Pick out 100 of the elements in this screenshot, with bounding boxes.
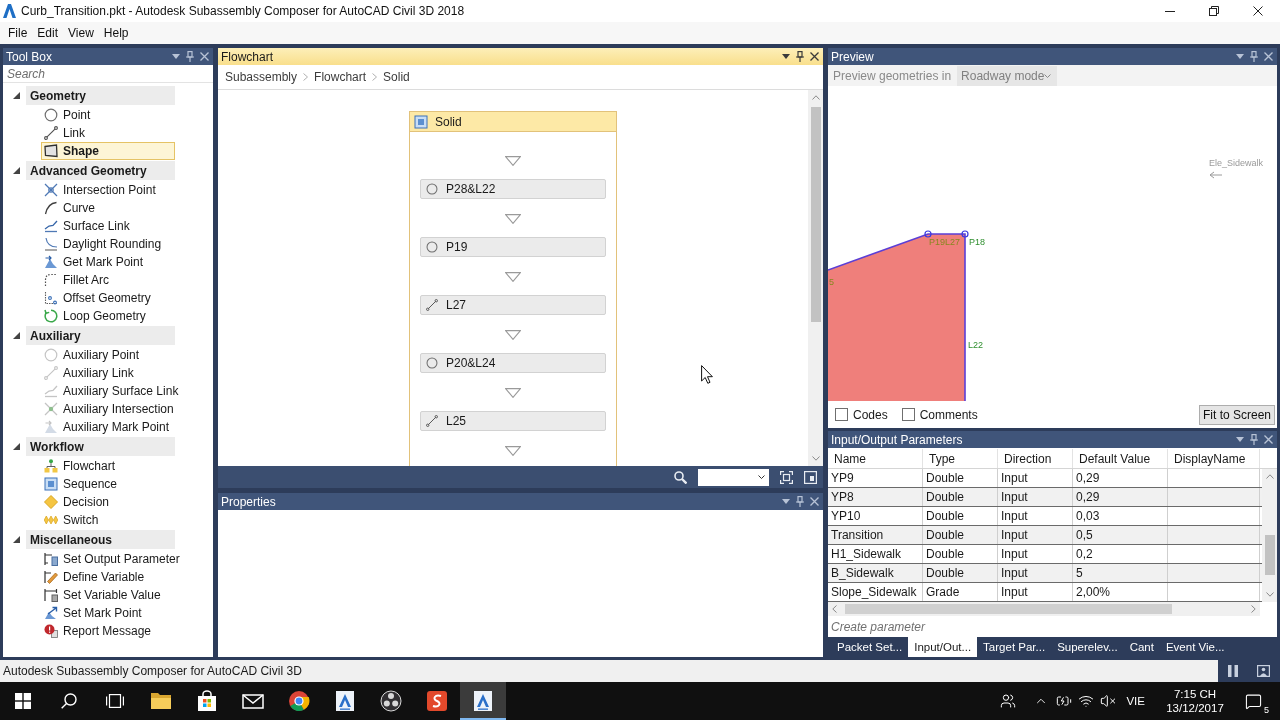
checkbox-label[interactable]: Codes [853, 407, 888, 422]
tool-item[interactable]: Fillet Arc [41, 271, 175, 289]
scroll-thumb[interactable] [845, 604, 1172, 614]
pin-icon[interactable] [796, 51, 804, 62]
sequence-header[interactable]: Solid [410, 112, 616, 132]
breadcrumb-link[interactable]: Subassembly [225, 70, 298, 84]
horizontal-scrollbar[interactable] [828, 602, 1260, 616]
menu-item[interactable]: File [3, 24, 33, 42]
wifi-icon[interactable] [1078, 693, 1095, 709]
fit-to-screen-button[interactable]: Fit to Screen [1198, 404, 1275, 425]
column-header[interactable]: Name [828, 449, 923, 468]
menu-item[interactable]: Edit [32, 24, 64, 42]
panel-tab[interactable]: Target Par... [977, 637, 1052, 657]
panel-tab[interactable]: Cant [1123, 637, 1160, 657]
pin-icon[interactable] [186, 51, 194, 62]
tool-item[interactable]: Surface Link [41, 217, 175, 235]
tool-item[interactable]: Curve [41, 199, 175, 217]
expander-icon[interactable] [13, 92, 20, 99]
expander-icon[interactable] [13, 167, 20, 174]
flowchart-step[interactable]: L25 [420, 411, 606, 431]
pin-icon[interactable] [1250, 434, 1258, 445]
scroll-thumb[interactable] [1264, 535, 1275, 575]
tool-item[interactable]: Report Message [41, 622, 175, 640]
table-row[interactable]: H1_Sidewalk Double Input 0,2 [828, 545, 1262, 564]
dropdown-icon[interactable] [1236, 437, 1244, 442]
flowchart-step[interactable]: P19 [420, 237, 606, 257]
tool-item[interactable]: Auxiliary Mark Point [41, 418, 175, 436]
panel-tab[interactable]: Packet Set... [831, 637, 909, 657]
tool-item[interactable]: Auxiliary Intersection [41, 400, 179, 418]
close-icon[interactable] [810, 52, 819, 61]
column-header[interactable]: DisplayName [1168, 449, 1260, 468]
language-indicator[interactable]: VIE [1126, 695, 1145, 707]
volume-muted-icon[interactable] [1100, 693, 1117, 709]
breadcrumb-link[interactable]: Solid [383, 70, 410, 84]
group-header[interactable]: Geometry [26, 86, 175, 105]
pause-icon[interactable] [1227, 665, 1238, 677]
table-row[interactable]: YP9 Double Input 0,29 [828, 469, 1262, 488]
pin-icon[interactable] [796, 496, 804, 507]
table-row[interactable]: B_Sidewalk Double Input 5 [828, 564, 1262, 583]
fit-view-icon[interactable] [780, 470, 793, 484]
table-row[interactable]: Transition Double Input 0,5 [828, 526, 1262, 545]
panel-tab[interactable]: Event Vie... [1159, 637, 1231, 657]
vertical-scrollbar[interactable] [808, 90, 823, 466]
panel-tab[interactable]: Input/Out... [908, 637, 978, 657]
menu-item[interactable]: Help [98, 24, 134, 42]
expander-icon[interactable] [13, 536, 20, 543]
tool-item[interactable]: Offset Geometry [41, 289, 175, 307]
tool-item[interactable]: Auxiliary Surface Link [41, 382, 184, 400]
expander-icon[interactable] [13, 443, 20, 450]
group-header[interactable]: Workflow [26, 437, 175, 456]
tool-item[interactable]: Set Output Parameter [41, 550, 185, 568]
tool-item[interactable]: Intersection Point [41, 181, 175, 199]
vertical-scrollbar[interactable] [1262, 469, 1277, 602]
checkbox-label[interactable]: Comments [919, 407, 978, 422]
tool-item[interactable]: Daylight Rounding [41, 235, 175, 253]
dropdown-icon[interactable] [172, 54, 180, 59]
expander-icon[interactable] [13, 332, 20, 339]
tool-item[interactable]: Set Mark Point [41, 604, 175, 622]
group-header[interactable]: Auxiliary [26, 326, 175, 345]
tool-item[interactable]: Auxiliary Point [41, 346, 175, 364]
tool-item[interactable]: Auxiliary Link [41, 364, 175, 382]
flowchart-step[interactable]: L27 [420, 295, 606, 315]
group-header[interactable]: Miscellaneous [26, 530, 175, 549]
column-header[interactable]: Default Value [1073, 449, 1168, 468]
tool-item[interactable]: Shape [41, 142, 175, 160]
people-icon[interactable] [1000, 693, 1017, 709]
clock-date[interactable]: 13/12/2017 [1166, 702, 1224, 714]
clock-time[interactable]: 7:15 CH [1173, 688, 1217, 700]
panel-tab[interactable]: Superelev... [1051, 637, 1124, 657]
dropdown-icon[interactable] [1236, 54, 1244, 59]
taskbar-app[interactable] [460, 682, 506, 720]
notification-icon[interactable] [1245, 692, 1262, 710]
tool-item[interactable]: Sequence [41, 475, 175, 493]
tool-item[interactable]: Define Variable [41, 568, 175, 586]
dropdown-icon[interactable] [782, 499, 790, 504]
column-header[interactable]: Type [923, 449, 998, 468]
tool-item[interactable]: Loop Geometry [41, 307, 175, 325]
dropdown-icon[interactable] [782, 54, 790, 59]
pin-icon[interactable] [1250, 51, 1258, 62]
checkbox[interactable] [835, 408, 848, 421]
screen-icon[interactable] [1257, 665, 1271, 677]
tool-item[interactable]: Flowchart [41, 457, 175, 475]
search-field[interactable]: Search [3, 66, 213, 83]
tool-item[interactable]: Get Mark Point [41, 253, 175, 271]
table-row[interactable]: YP8 Double Input 0,29 [828, 488, 1262, 507]
tool-item[interactable]: Point [41, 106, 175, 124]
zoom-combo[interactable] [698, 468, 769, 486]
overview-icon[interactable] [804, 470, 817, 484]
tool-item[interactable]: Link [41, 124, 175, 142]
flowchart-step[interactable]: P20&L24 [420, 353, 606, 373]
checkbox[interactable] [901, 408, 915, 421]
menu-item[interactable]: View [63, 24, 99, 42]
tool-item[interactable]: Switch [41, 511, 175, 529]
battery-icon[interactable] [1056, 693, 1073, 709]
tool-item[interactable]: Decision [41, 493, 175, 511]
group-header[interactable]: Advanced Geometry [26, 161, 175, 180]
table-row[interactable]: YP10 Double Input 0,03 [828, 507, 1262, 526]
column-header[interactable]: Direction [998, 449, 1073, 468]
flowchart-step[interactable]: P28&L22 [420, 179, 606, 199]
table-row[interactable]: Slope_Sidewalk Grade Input 2,00% [828, 583, 1262, 602]
